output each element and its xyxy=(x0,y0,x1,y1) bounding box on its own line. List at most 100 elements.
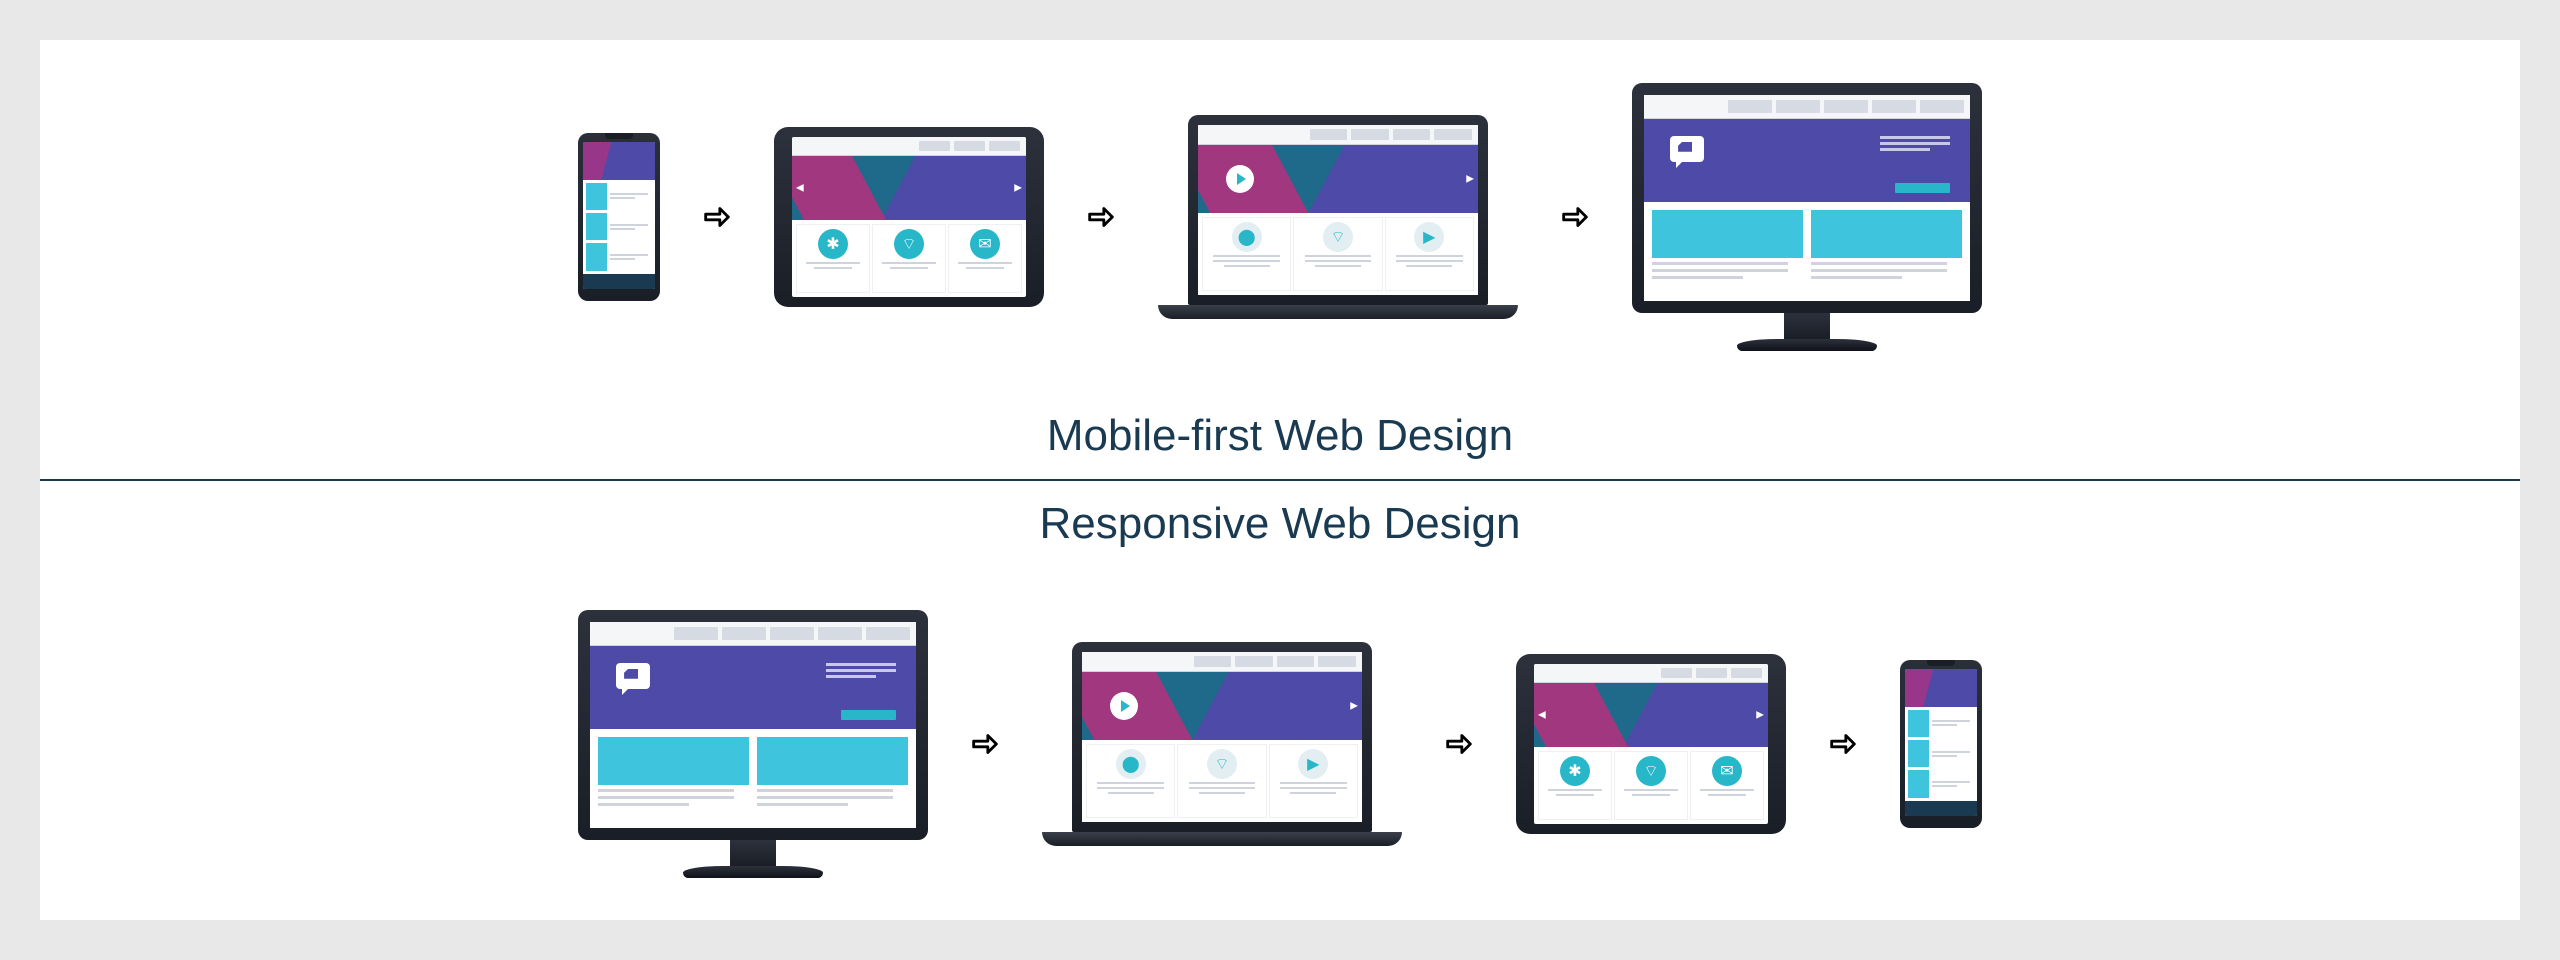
responsive-panel: Responsive Web Design xyxy=(40,481,2520,920)
list-item xyxy=(586,183,652,210)
content-grid xyxy=(1644,202,1970,301)
feature-col: ▶ xyxy=(1269,744,1358,818)
arrow-icon xyxy=(1826,727,1860,761)
phone-list xyxy=(583,180,655,274)
phone-screen xyxy=(583,142,655,289)
phone-device xyxy=(578,133,660,301)
feature-col: ⬤ xyxy=(1202,217,1291,291)
tablet-device: ◀ ▶ ✱ ⌔ ✉ xyxy=(774,127,1044,307)
laptop-device: ▶ ⬤ ⌔ ▶ xyxy=(1158,115,1518,319)
content-card xyxy=(598,737,749,820)
phone-footer xyxy=(1905,801,1977,816)
content-card xyxy=(757,737,908,820)
responsive-row: ▶ ⬤ ⌔ ▶ xyxy=(40,567,2520,920)
chevron-right-icon: ▶ xyxy=(1756,709,1764,720)
desktop-device xyxy=(578,610,928,878)
nav-bar xyxy=(1644,95,1970,120)
laptop-device: ▶ ⬤ ⌔ ▶ xyxy=(1042,642,1402,846)
phone-list xyxy=(1905,707,1977,801)
list-item xyxy=(1908,770,1974,797)
monitor-stand xyxy=(1737,339,1877,351)
phone-hero xyxy=(583,142,655,180)
chevron-left-icon: ◀ xyxy=(796,182,804,193)
cta-button xyxy=(1895,183,1950,193)
laptop-base xyxy=(1042,832,1402,846)
list-item xyxy=(586,243,652,270)
tablet-device: ◀ ▶ ✱ ⌔ ✉ xyxy=(1516,654,1786,834)
content-card xyxy=(1652,210,1803,293)
feature-col: ⌔ xyxy=(872,224,946,293)
phone-notch xyxy=(605,133,634,139)
monitor-stand xyxy=(683,866,823,878)
wifi-icon: ⌔ xyxy=(894,229,924,259)
hero-banner xyxy=(590,646,916,728)
nav-bar xyxy=(792,137,1026,156)
feature-columns: ⬤ ⌔ ▶ xyxy=(1082,740,1362,822)
wifi-icon: ⌔ xyxy=(1636,756,1666,786)
list-item xyxy=(1908,740,1974,767)
feature-columns: ✱ ⌔ ✉ xyxy=(1534,747,1768,824)
hero-banner xyxy=(1644,119,1970,201)
hero-banner: ▶ xyxy=(1082,672,1362,740)
feature-col: ✱ xyxy=(1538,751,1612,820)
diagram-canvas: ◀ ▶ ✱ ⌔ ✉ xyxy=(0,0,2560,960)
feature-col: ✉ xyxy=(948,224,1022,293)
chevron-left-icon: ◀ xyxy=(1538,709,1546,720)
feature-col: ⌔ xyxy=(1614,751,1688,820)
phone-notch xyxy=(1927,660,1956,666)
laptop-screen: ▶ ⬤ ⌔ ▶ xyxy=(1198,125,1478,295)
pin-icon: ⬤ xyxy=(1116,749,1146,779)
feature-col: ⬤ xyxy=(1086,744,1175,818)
feature-col: ⌔ xyxy=(1177,744,1266,818)
content-card xyxy=(1811,210,1962,293)
nav-bar xyxy=(1198,125,1478,145)
play-icon: ▶ xyxy=(1414,222,1444,252)
chevron-right-icon: ▶ xyxy=(1466,173,1474,184)
feature-col: ✉ xyxy=(1690,751,1764,820)
chat-icon: ✉ xyxy=(970,229,1000,259)
cta-button xyxy=(841,710,896,720)
speech-bubble-icon xyxy=(1670,136,1704,162)
feature-col: ⌔ xyxy=(1293,217,1382,291)
nav-bar xyxy=(590,622,916,647)
laptop-screen: ▶ ⬤ ⌔ ▶ xyxy=(1082,652,1362,822)
desktop-screen xyxy=(1644,95,1970,301)
phone-footer xyxy=(583,274,655,289)
speech-bubble-icon xyxy=(616,663,650,689)
mobile-first-row: ◀ ▶ ✱ ⌔ ✉ xyxy=(40,40,2520,393)
hero-banner: ◀ ▶ xyxy=(1534,683,1768,747)
hero-banner: ▶ xyxy=(1198,145,1478,213)
feature-columns: ✱ ⌔ ✉ xyxy=(792,220,1026,297)
list-item xyxy=(586,213,652,240)
chevron-right-icon: ▶ xyxy=(1014,182,1022,193)
phone-device xyxy=(1900,660,1982,828)
arrow-icon xyxy=(1084,200,1118,234)
feature-columns: ⬤ ⌔ ▶ xyxy=(1198,213,1478,295)
content-grid xyxy=(590,729,916,828)
arrow-icon xyxy=(1558,200,1592,234)
arrow-icon xyxy=(1442,727,1476,761)
phone-screen xyxy=(1905,669,1977,816)
desktop-screen xyxy=(590,622,916,828)
list-item xyxy=(1908,710,1974,737)
play-icon xyxy=(1110,692,1138,720)
nav-bar xyxy=(1534,664,1768,683)
chevron-right-icon: ▶ xyxy=(1350,700,1358,711)
globe-icon: ✱ xyxy=(1560,756,1590,786)
feature-col: ▶ xyxy=(1385,217,1474,291)
wifi-icon: ⌔ xyxy=(1323,222,1353,252)
responsive-label: Responsive Web Design xyxy=(40,481,2520,567)
tablet-screen: ◀ ▶ ✱ ⌔ ✉ xyxy=(792,137,1026,297)
play-icon: ▶ xyxy=(1298,749,1328,779)
play-icon xyxy=(1226,165,1254,193)
feature-col: ✱ xyxy=(796,224,870,293)
monitor-neck xyxy=(1784,313,1830,339)
monitor-neck xyxy=(730,840,776,866)
pin-icon: ⬤ xyxy=(1232,222,1262,252)
mobile-first-panel: ◀ ▶ ✱ ⌔ ✉ xyxy=(40,40,2520,479)
arrow-icon xyxy=(968,727,1002,761)
desktop-device xyxy=(1632,83,1982,351)
mobile-first-label: Mobile-first Web Design xyxy=(40,393,2520,479)
phone-hero xyxy=(1905,669,1977,707)
hero-banner: ◀ ▶ xyxy=(792,156,1026,220)
